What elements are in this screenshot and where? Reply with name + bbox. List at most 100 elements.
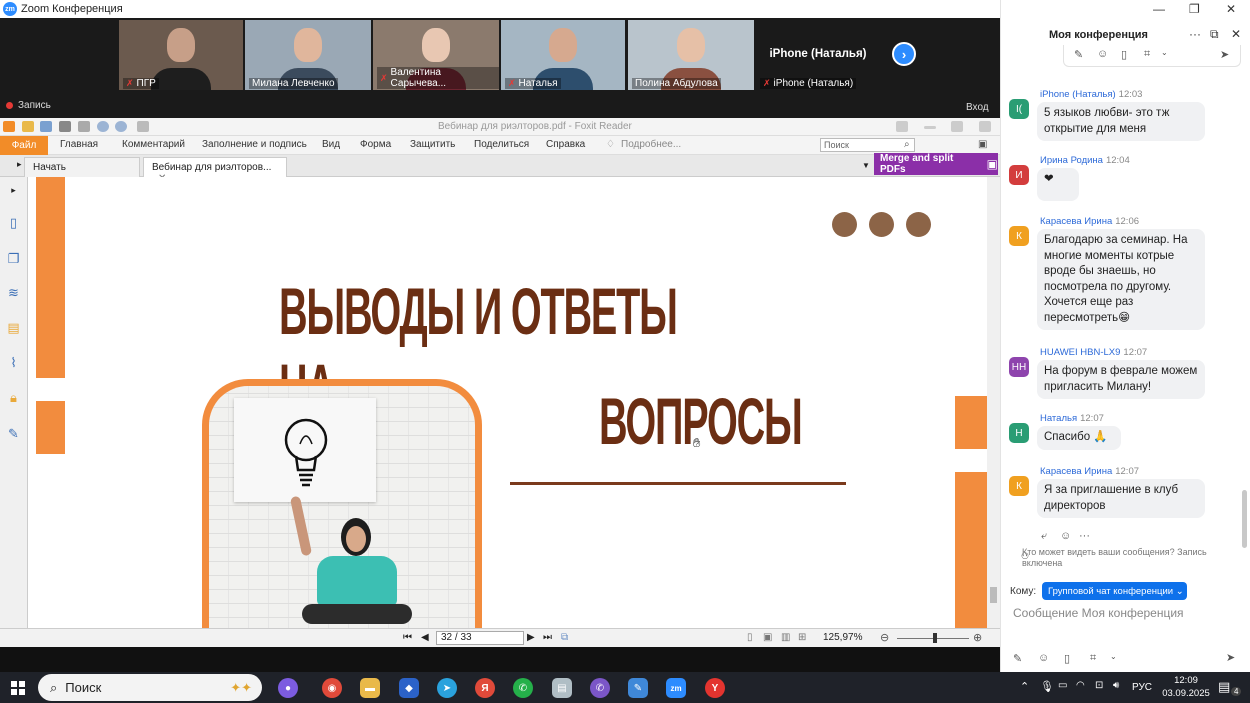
- tab-start[interactable]: Начать: [24, 157, 140, 177]
- file-icon[interactable]: ▯: [1064, 652, 1070, 665]
- chrome-icon[interactable]: ◉: [322, 678, 342, 698]
- start-icon[interactable]: [11, 681, 25, 695]
- layers-icon[interactable]: ≋: [6, 285, 21, 300]
- zoom-value[interactable]: 125,97%: [823, 632, 862, 643]
- tray-chevron-icon[interactable]: ⌃: [1020, 680, 1029, 693]
- layout-icon[interactable]: [896, 121, 908, 132]
- exit-label[interactable]: Вход: [966, 102, 989, 113]
- dropdown-icon[interactable]: ⌄: [1161, 48, 1168, 57]
- taskbar-search[interactable]: ⌕ Поиск ✦✦: [38, 674, 262, 701]
- menu-home[interactable]: Главная: [60, 139, 98, 150]
- participant-tile[interactable]: ✗ Наталья: [501, 20, 625, 90]
- restore-icon[interactable]: [951, 121, 963, 132]
- menu-more[interactable]: Подробнее...: [621, 139, 681, 150]
- chat-message-input[interactable]: Сообщение Моя конференция: [1013, 606, 1184, 620]
- menu-protect[interactable]: Защитить: [410, 139, 455, 150]
- search-icon[interactable]: ⌕: [904, 139, 910, 150]
- continuous-icon[interactable]: ▣: [763, 632, 772, 643]
- next-page-icon[interactable]: ▶: [527, 632, 535, 643]
- first-page-icon[interactable]: ⏮: [403, 632, 412, 643]
- single-page-icon[interactable]: ▯: [747, 632, 753, 643]
- user-icon[interactable]: ▣: [978, 139, 987, 150]
- network-icon[interactable]: ⊡: [1095, 680, 1103, 691]
- menu-share[interactable]: Поделиться: [474, 139, 529, 150]
- scrollbar-thumb[interactable]: [990, 587, 997, 603]
- minimize-icon[interactable]: [924, 126, 936, 129]
- close-icon[interactable]: [979, 121, 991, 132]
- menu-help[interactable]: Справка: [546, 139, 585, 150]
- menu-fill-sign[interactable]: Заполнение и подпись: [202, 139, 307, 150]
- menu-file[interactable]: Файл: [0, 136, 48, 155]
- popout-icon[interactable]: ⧉: [1210, 27, 1219, 42]
- menu-view[interactable]: Вид: [322, 139, 340, 150]
- next-participants-button[interactable]: ›: [892, 42, 916, 66]
- participant-tile[interactable]: Полина Абдулова: [628, 20, 754, 90]
- participant-tile[interactable]: ✗ Валентина Сарычева...: [373, 20, 499, 90]
- battery-icon[interactable]: ▭: [1058, 680, 1067, 691]
- chat-scrollbar[interactable]: [1242, 490, 1247, 548]
- bookmark-icon[interactable]: ▯: [6, 215, 21, 230]
- app-alice-icon[interactable]: ●: [278, 678, 298, 698]
- tab-webinar[interactable]: Вебинар для риэлторов... ✕: [143, 157, 287, 184]
- page-number-field[interactable]: 32 / 33: [436, 631, 524, 645]
- facing-icon[interactable]: ▥: [781, 632, 790, 643]
- participant-tile[interactable]: Милана Левченко: [245, 20, 371, 90]
- volume-icon[interactable]: 🔊︎: [1113, 680, 1119, 691]
- maximize-icon[interactable]: ❐: [1189, 2, 1200, 16]
- pdf-vertical-scrollbar[interactable]: [987, 177, 1000, 628]
- hand-tool-icon[interactable]: [137, 121, 149, 132]
- send-icon[interactable]: ➤: [1226, 651, 1235, 664]
- whatsapp-icon[interactable]: ✆: [513, 678, 533, 698]
- close-icon[interactable]: ✕: [1226, 2, 1236, 16]
- participant-tile[interactable]: ✗ ПГР: [119, 20, 243, 90]
- wifi-icon[interactable]: ◠: [1076, 680, 1085, 691]
- screenshot-icon[interactable]: ⌗: [1144, 48, 1150, 61]
- attachment-icon[interactable]: ⌇: [6, 355, 21, 370]
- prev-page-icon[interactable]: ◀: [421, 632, 429, 643]
- print-icon[interactable]: [59, 121, 71, 132]
- signature-icon[interactable]: ✎: [6, 426, 21, 441]
- reply-icon[interactable]: ⤶: [1041, 530, 1047, 543]
- yandex-icon[interactable]: Я: [475, 678, 495, 698]
- close-chat-icon[interactable]: ✕: [1231, 27, 1241, 41]
- dropdown-icon[interactable]: ⌄: [1110, 652, 1117, 661]
- explorer-icon[interactable]: ▬: [360, 678, 380, 698]
- last-page-icon[interactable]: ⏭: [543, 632, 552, 643]
- cover-icon[interactable]: ⊞: [798, 632, 806, 643]
- zoom-slider-handle[interactable]: [933, 633, 937, 643]
- expand-panel-icon[interactable]: ▸: [17, 159, 22, 170]
- add-reaction-icon[interactable]: ☺: [1060, 530, 1071, 542]
- properties-icon[interactable]: [78, 121, 90, 132]
- microphone-icon[interactable]: 🎙︎: [1040, 680, 1054, 693]
- participant-tile[interactable]: iPhone (Наталья) ✗ iPhone (Наталья): [756, 20, 880, 90]
- emoji-icon[interactable]: ☺: [1097, 48, 1108, 60]
- pages-icon[interactable]: ❐: [6, 251, 21, 266]
- redo-icon[interactable]: [115, 121, 127, 132]
- notifications-icon[interactable]: ▤: [1218, 679, 1230, 695]
- telegram-icon[interactable]: ➤: [437, 678, 457, 698]
- language-indicator[interactable]: РУС: [1132, 682, 1152, 693]
- lock-icon[interactable]: 🔒︎: [6, 390, 21, 405]
- viber-icon[interactable]: ✆: [590, 678, 610, 698]
- zoom-in-icon[interactable]: ⊕: [973, 631, 982, 644]
- comments-icon[interactable]: ▤: [6, 320, 21, 335]
- message-more-icon[interactable]: ···: [1079, 530, 1090, 542]
- undo-icon[interactable]: [97, 121, 109, 132]
- foxit-search-input[interactable]: Поиск: [820, 138, 915, 152]
- emoji-icon[interactable]: ☺: [1038, 652, 1049, 664]
- chat-visibility-note[interactable]: Кто может видеть ваши сообщения? Запись …: [1022, 547, 1232, 569]
- recipient-select[interactable]: Групповой чат конференции ⌄: [1042, 582, 1187, 600]
- zoom-taskbar-icon[interactable]: zm: [666, 678, 686, 698]
- view-mode-icon[interactable]: ⧉: [561, 632, 568, 643]
- minimize-icon[interactable]: —: [1153, 2, 1165, 16]
- menu-comment[interactable]: Комментарий: [122, 139, 185, 150]
- send-icon[interactable]: ➤: [1220, 48, 1229, 61]
- format-icon[interactable]: ✎: [1074, 48, 1083, 61]
- paint-icon[interactable]: ✎: [628, 678, 648, 698]
- zoom-out-icon[interactable]: ⊖: [880, 631, 889, 644]
- format-icon[interactable]: ✎: [1013, 652, 1022, 665]
- panel-toggle-icon[interactable]: ▸: [6, 183, 21, 198]
- save-icon[interactable]: [40, 121, 52, 132]
- tabs-dropdown-icon[interactable]: ▼: [862, 161, 870, 170]
- defender-icon[interactable]: ◆: [399, 678, 419, 698]
